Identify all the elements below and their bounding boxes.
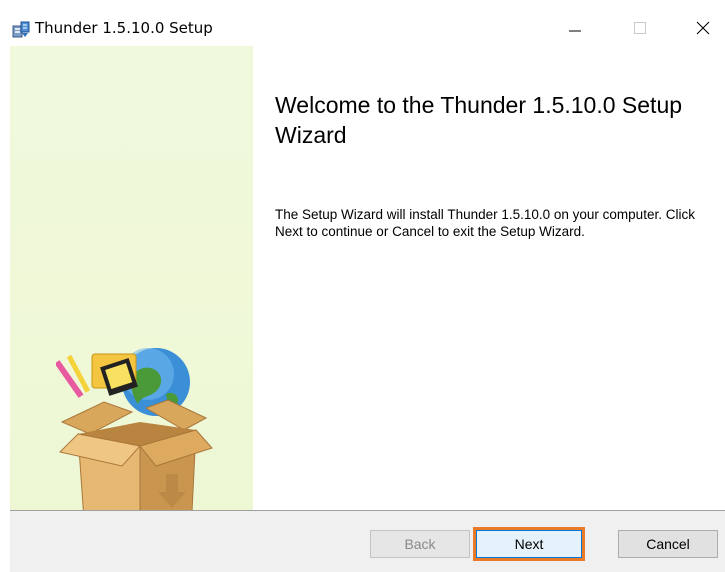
- minimize-icon: [568, 20, 582, 39]
- minimize-button[interactable]: [555, 12, 595, 46]
- next-button[interactable]: Next: [473, 527, 585, 561]
- title-bar[interactable]: Thunder 1.5.10.0 Setup: [0, 0, 725, 46]
- close-button[interactable]: [683, 12, 723, 46]
- maximize-button[interactable]: [620, 12, 660, 46]
- wizard-heading: Welcome to the Thunder 1.5.10.0 Setup Wi…: [275, 92, 683, 148]
- next-button-label: Next: [476, 530, 582, 558]
- wizard-banner: [10, 46, 253, 539]
- setup-window: Thunder 1.5.10.0 Setup Welcome to the Th…: [0, 0, 725, 572]
- maximize-icon: [633, 20, 647, 39]
- back-button[interactable]: Back: [370, 530, 470, 558]
- installer-icon: [12, 20, 30, 38]
- window-title: Thunder 1.5.10.0 Setup: [35, 19, 213, 37]
- close-icon: [696, 20, 710, 39]
- cancel-button[interactable]: Cancel: [618, 530, 718, 558]
- wizard-description: The Setup Wizard will install Thunder 1.…: [275, 207, 695, 239]
